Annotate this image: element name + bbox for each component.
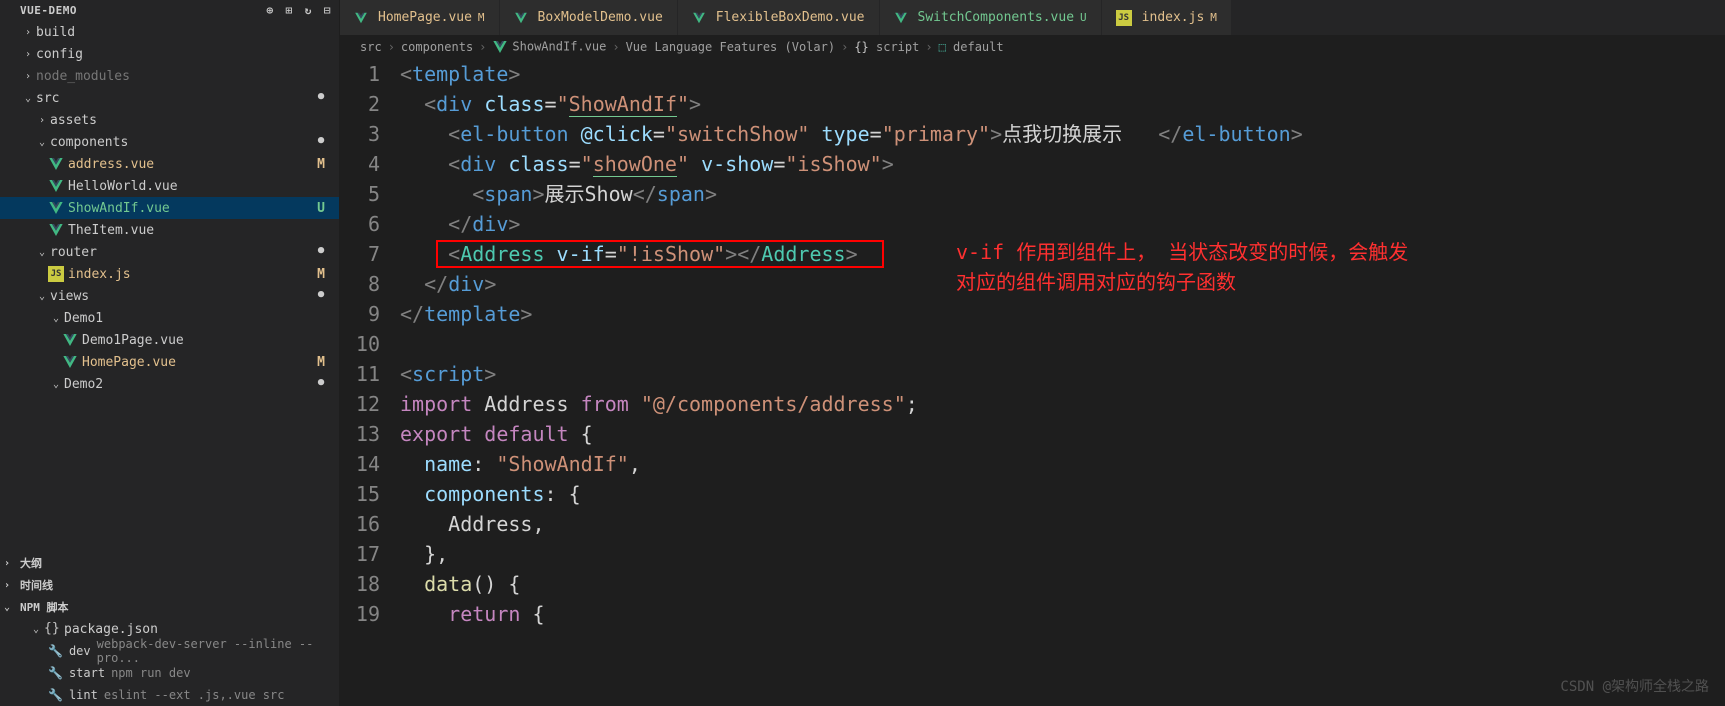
file-tree: ›build›config›node_modules⌄src•›assets⌄c… xyxy=(0,21,339,552)
tab-index.js[interactable]: JSindex.jsM xyxy=(1102,0,1232,35)
tree-item-components[interactable]: ⌄components• xyxy=(0,131,339,153)
npm-section[interactable]: ⌄NPM 脚本 xyxy=(0,596,339,618)
tree-item-Demo1[interactable]: ⌄Demo1 xyxy=(0,307,339,329)
explorer-header: VUE-DEMO ⊕ ⊞ ↻ ⊟ xyxy=(0,0,339,21)
tree-item-build[interactable]: ›build xyxy=(0,21,339,43)
tree-item-Demo1Page.vue[interactable]: Demo1Page.vue xyxy=(0,329,339,351)
editor-tabs: HomePage.vueMBoxModelDemo.vueFlexibleBox… xyxy=(340,0,1725,35)
tree-item-src[interactable]: ⌄src• xyxy=(0,87,339,109)
annotation-text: v-if 作用到组件上， 当状态改变的时候，会触发 对应的组件调用对应的钩子函数 xyxy=(956,237,1408,297)
tree-item-router[interactable]: ⌄router• xyxy=(0,241,339,263)
explorer-actions: ⊕ ⊞ ↻ ⊟ xyxy=(267,4,332,17)
editor-area: HomePage.vueMBoxModelDemo.vueFlexibleBox… xyxy=(340,0,1725,706)
tree-item-node_modules[interactable]: ›node_modules xyxy=(0,65,339,87)
new-file-icon[interactable]: ⊕ xyxy=(267,4,274,17)
npm-script-lint[interactable]: 🔧 lint eslint --ext .js,.vue src xyxy=(0,684,339,706)
tree-item-config[interactable]: ›config xyxy=(0,43,339,65)
npm-script-start[interactable]: 🔧 start npm run dev xyxy=(0,662,339,684)
collapse-icon[interactable]: ⊟ xyxy=(324,4,331,17)
tree-item-Demo2[interactable]: ⌄Demo2• xyxy=(0,373,339,395)
tab-BoxModelDemo.vue[interactable]: BoxModelDemo.vue xyxy=(500,0,678,35)
tab-FlexibleBoxDemo.vue[interactable]: FlexibleBoxDemo.vue xyxy=(678,0,880,35)
tree-item-assets[interactable]: ›assets xyxy=(0,109,339,131)
tab-SwitchComponents.vue[interactable]: SwitchComponents.vueU xyxy=(880,0,1102,35)
tree-item-views[interactable]: ⌄views• xyxy=(0,285,339,307)
timeline-section[interactable]: ›时间线 xyxy=(0,574,339,596)
code-editor[interactable]: 12345678910111213141516171819 <template>… xyxy=(340,59,1725,706)
tree-item-index.js[interactable]: JSindex.jsM xyxy=(0,263,339,285)
tree-item-TheItem.vue[interactable]: TheItem.vue xyxy=(0,219,339,241)
new-folder-icon[interactable]: ⊞ xyxy=(286,4,293,17)
tree-item-ShowAndIf.vue[interactable]: ShowAndIf.vueU xyxy=(0,197,339,219)
tab-HomePage.vue[interactable]: HomePage.vueM xyxy=(340,0,500,35)
line-numbers: 12345678910111213141516171819 xyxy=(340,59,400,706)
watermark: CSDN @架构师全栈之路 xyxy=(1560,676,1709,696)
tree-item-HomePage.vue[interactable]: HomePage.vueM xyxy=(0,351,339,373)
refresh-icon[interactable]: ↻ xyxy=(305,4,312,17)
outline-section[interactable]: ›大纲 xyxy=(0,552,339,574)
code-content[interactable]: <template> <div class="ShowAndIf"> <el-b… xyxy=(400,59,1725,706)
explorer-sidebar: VUE-DEMO ⊕ ⊞ ↻ ⊟ ›build›config›node_modu… xyxy=(0,0,340,706)
npm-script-dev[interactable]: 🔧 dev webpack-dev-server --inline --pro.… xyxy=(0,640,339,662)
tree-item-address.vue[interactable]: address.vueM xyxy=(0,153,339,175)
tree-item-HelloWorld.vue[interactable]: HelloWorld.vue xyxy=(0,175,339,197)
project-name: VUE-DEMO xyxy=(20,4,77,17)
breadcrumb[interactable]: src›components›ShowAndIf.vue›Vue Languag… xyxy=(340,35,1725,59)
